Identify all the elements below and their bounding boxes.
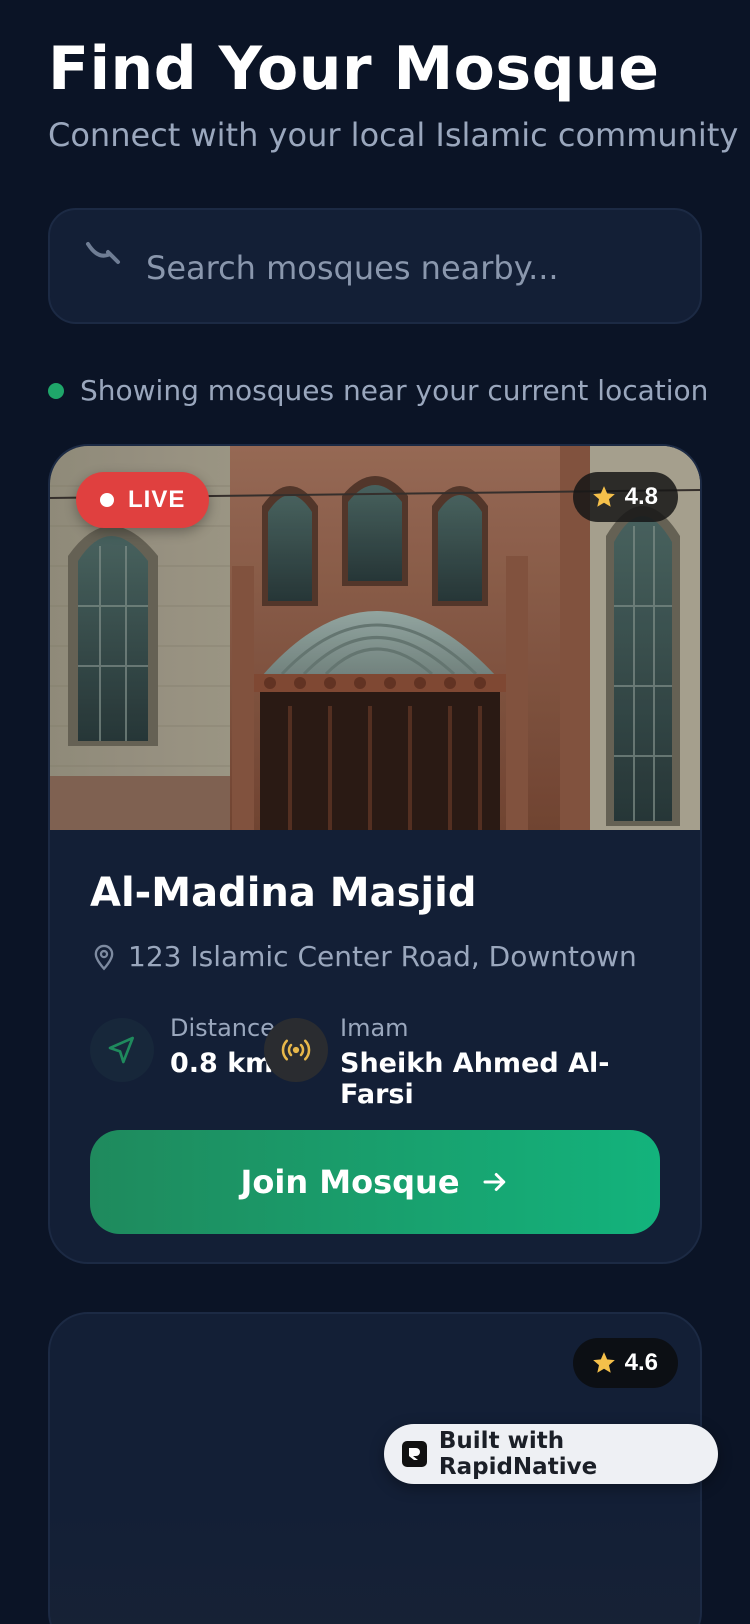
join-mosque-button[interactable]: Join Mosque [90,1130,660,1234]
distance-value: 0.8 km [170,1048,274,1079]
location-status-text: Showing mosques near your current locati… [80,374,709,407]
distance-icon-circle [90,1018,154,1082]
rating-badge: 4.6 [572,1338,678,1388]
search-bar[interactable] [48,208,702,324]
imam-label: Imam [340,1014,409,1042]
rating-value: 4.8 [624,483,658,510]
mosque-finder-screen: Find Your Mosque Connect with your local… [0,0,750,1624]
image-placeholder [50,1510,700,1624]
join-mosque-label: Join Mosque [240,1163,460,1201]
arrow-right-icon [483,1173,505,1191]
live-dot-icon [100,493,114,507]
navigation-icon [108,1036,134,1064]
mosque-name: Al-Madina Masjid [90,870,477,916]
imam-icon-circle [264,1018,328,1082]
rapidnative-logo-icon [402,1441,427,1467]
address-text: 123 Islamic Center Road, Downtown [128,940,637,973]
star-icon [592,486,615,507]
rating-value: 4.6 [624,1349,658,1376]
mosque-stats: Distance 0.8 km Imam Sheikh Ahmed Al-Far… [90,1010,664,1110]
live-badge: LIVE [76,472,210,528]
mosque-address: 123 Islamic Center Road, Downtown [90,940,637,973]
rating-badge: 4.8 [572,472,678,522]
built-with-badge[interactable]: Built with RapidNative [384,1424,718,1484]
search-input[interactable] [146,236,666,300]
location-pin-icon [94,944,114,970]
page-subtitle: Connect with your local Islamic communit… [48,116,739,154]
page-title: Find Your Mosque [48,34,660,104]
built-with-text: Built with RapidNative [438,1428,598,1480]
live-label: LIVE [128,486,186,513]
location-status: Showing mosques near your current locati… [48,374,708,407]
mosque-card[interactable]: LIVE 4.8 Al-Madina Masjid 123 Islamic Ce… [48,444,702,1264]
search-icon [86,242,120,264]
imam-value: Sheikh Ahmed Al-Farsi [340,1048,610,1110]
broadcast-icon [281,1039,311,1061]
distance-label: Distance [170,1014,275,1042]
star-icon [592,1352,615,1373]
location-dot-icon [48,382,64,399]
